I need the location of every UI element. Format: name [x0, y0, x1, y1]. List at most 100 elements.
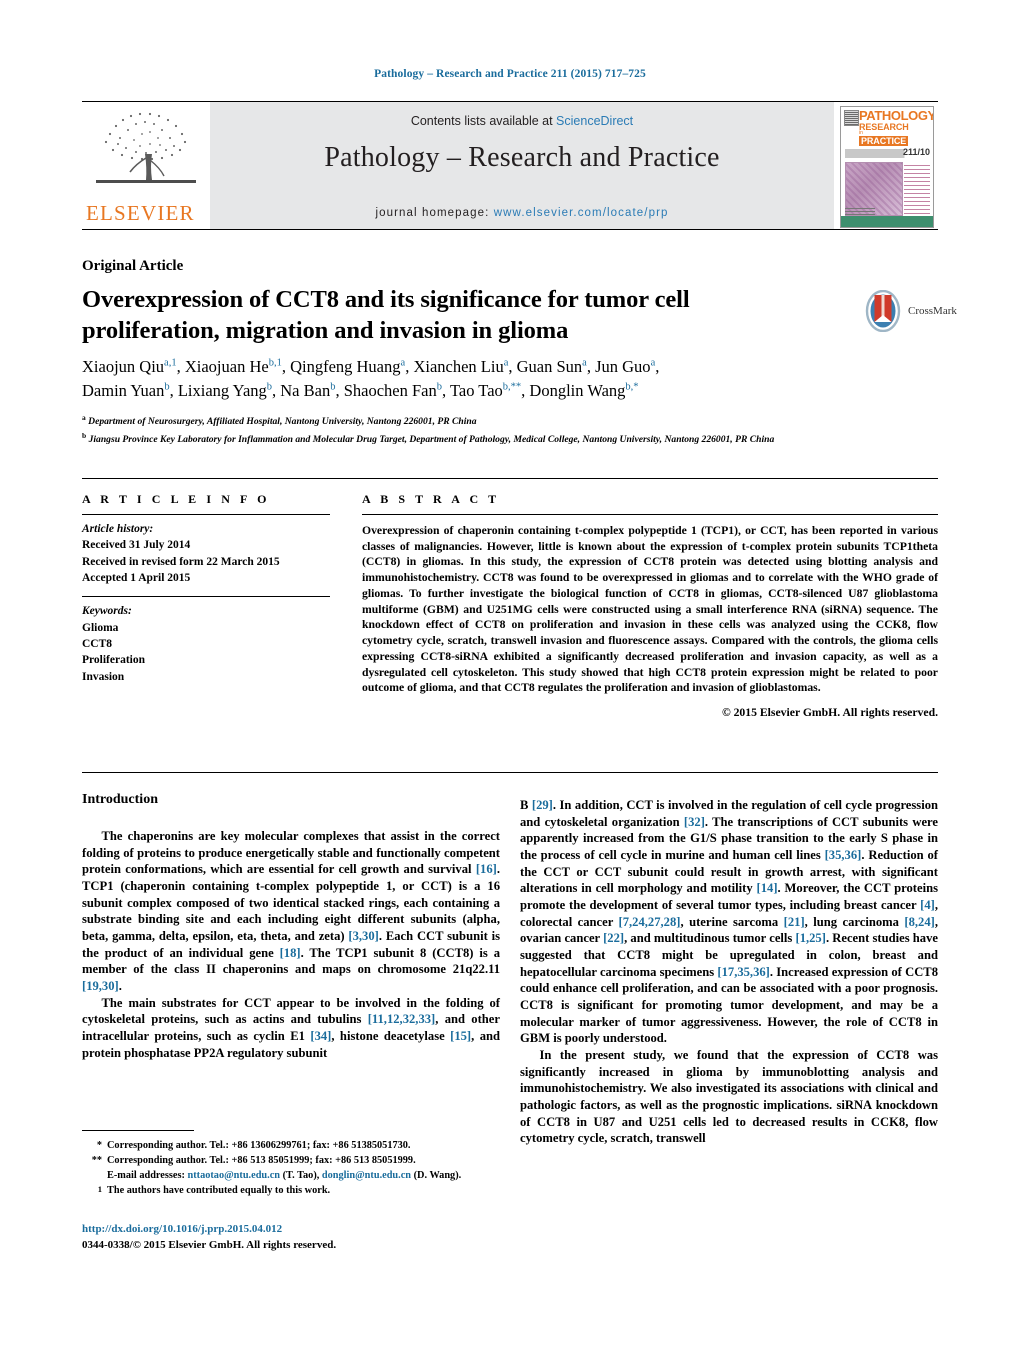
citation[interactable]: [11,12,32,33] [368, 1012, 436, 1026]
divider-below-abstract [82, 772, 938, 773]
history-received: Received 31 July 2014 [82, 539, 191, 552]
author-sup: a [400, 357, 406, 369]
citation[interactable]: [16] [476, 862, 497, 876]
affiliation-b-text: Jiangsu Province Key Laboratory for Infl… [88, 434, 775, 446]
footnote-mark: 1 [82, 1183, 107, 1202]
citation[interactable]: [17,35,36] [717, 965, 769, 979]
elsevier-logo: ELSEVIER [82, 102, 210, 229]
crossmark-label: CrossMark [908, 305, 957, 317]
masthead-panel: Contents lists available at ScienceDirec… [210, 102, 834, 229]
abstract-heading: A B S T R A C T [362, 492, 500, 506]
author-line-2: Damin Yuanb, Lixiang Yangb, Na Banb, Sha… [82, 381, 639, 401]
citation[interactable]: [1,25] [796, 931, 826, 945]
history-accepted: Accepted 1 April 2015 [82, 571, 191, 584]
footnote-divider [82, 1130, 194, 1131]
citation[interactable]: [22] [603, 931, 624, 945]
doi-link[interactable]: http://dx.doi.org/10.1016/j.prp.2015.04.… [82, 1222, 512, 1238]
citation[interactable]: [35,36] [825, 848, 862, 862]
issn-copyright: 0344-0338/© 2015 Elsevier GmbH. All righ… [82, 1238, 337, 1251]
footnote-text: Corresponding author. Tel.: +86 513 8505… [107, 1155, 416, 1167]
contents-line: Contents lists available at ScienceDirec… [210, 114, 834, 128]
citation[interactable]: [4] [920, 898, 935, 912]
divider-above-info [82, 478, 938, 479]
author-sup: a [650, 357, 656, 369]
cover-footer-text [845, 207, 875, 215]
email-address-2[interactable]: donglin@ntu.edu.cn [322, 1170, 411, 1181]
cover-volume: 211/10 [902, 147, 930, 157]
elsevier-mark-icon [844, 110, 859, 126]
crossmark-badge[interactable]: CrossMark [862, 288, 962, 334]
citation[interactable]: [29] [532, 798, 553, 812]
contents-prefix: Contents lists available at [410, 114, 557, 128]
elsevier-tree-icon [96, 112, 196, 183]
crossmark-icon [865, 290, 901, 332]
footnote-mark: ** [91, 1155, 102, 1167]
article-history: Article history: Received 31 July 2014 R… [82, 521, 330, 586]
citation[interactable]: [21] [784, 915, 805, 929]
article-type: Original Article [82, 258, 184, 274]
keyword-item: Invasion [82, 670, 125, 683]
homepage-label: journal homepage: [375, 207, 490, 219]
intro-paragraph-4: In the present study, we found that the … [520, 1048, 938, 1146]
keywords-block: Keywords: Glioma CCT8 Proliferation Inva… [82, 603, 330, 685]
sciencedirect-link[interactable]: ScienceDirect [556, 114, 633, 128]
author-sup: b [436, 381, 442, 393]
intro-paragraph-1: The chaperonins are key molecular comple… [82, 829, 501, 994]
footnote-2: ** Corresponding author. Tel.: +86 513 8… [82, 1153, 502, 1168]
abstract-copyright: © 2015 Elsevier GmbH. All rights reserve… [721, 706, 938, 720]
citation[interactable]: [34] [310, 1029, 331, 1043]
cover-contents-list [904, 162, 930, 214]
affiliation-a: a Department of Neurosurgery, Affiliated… [82, 412, 912, 430]
intro-paragraph-3: B [29]. In addition, CCT is involved in … [520, 798, 938, 1046]
affiliation-mark: a [82, 413, 86, 422]
email-owner-2: (D. Wang). [413, 1170, 462, 1182]
divider [82, 596, 330, 598]
paper-page: Pathology – Research and Practice 211 (2… [0, 0, 1020, 1351]
history-label: Article history: [82, 523, 154, 535]
author-sup: a [503, 357, 509, 369]
email-label: E-mail addresses: [107, 1170, 185, 1182]
email-address-1[interactable]: nttaotao@ntu.edu.cn [187, 1170, 280, 1181]
citation[interactable]: [3,30] [348, 929, 378, 943]
affiliation-mark: b [82, 431, 87, 441]
citation[interactable]: [14] [757, 881, 778, 895]
footnote-1: * Corresponding author. Tel.: +86 136062… [82, 1138, 502, 1153]
citation[interactable]: [18] [280, 946, 301, 960]
keyword-item: CCT8 [82, 637, 113, 650]
author-sup: a [582, 357, 587, 369]
homepage-url[interactable]: www.elsevier.com/locate/prp [494, 207, 669, 219]
cover-title-line2: RESEARCH [859, 122, 909, 132]
affiliation-a-text: Department of Neurosurgery, Affiliated H… [88, 416, 477, 428]
citation[interactable]: [19,30] [82, 979, 119, 993]
footnote-mark: * [96, 1140, 102, 1151]
cover-title-line4: PRACTICE [859, 136, 909, 146]
journal-homepage-line: journal homepage: www.elsevier.com/locat… [210, 207, 834, 219]
citation[interactable]: [32] [684, 815, 705, 829]
email-owner-1: (T. Tao), [282, 1170, 320, 1182]
journal-title: Pathology – Research and Practice [324, 142, 720, 173]
citation[interactable]: [8,24] [904, 915, 934, 929]
footnote-3: 1 The authors have contributed equally t… [82, 1183, 502, 1202]
page-title: Overexpression of CCT8 and its significa… [82, 286, 690, 345]
citation[interactable]: [7,24,27,28] [619, 915, 681, 929]
running-head: Pathology – Research and Practice 211 (2… [374, 68, 646, 80]
article-info-heading: A R T I C L E I N F O [82, 492, 271, 506]
author-sup: b,* [625, 381, 639, 393]
intro-right-column: B [29]. In addition, CCT is involved in … [520, 797, 938, 1147]
author-sup: a,1 [164, 357, 177, 369]
author-sup: b [330, 381, 336, 393]
abstract-text: Overexpression of chaperonin containing … [362, 524, 938, 695]
affiliation-b: b Jiangsu Province Key Laboratory for In… [82, 430, 912, 448]
keyword-item: Glioma [82, 621, 119, 634]
citation[interactable]: [15] [450, 1029, 471, 1043]
cover-title-line1: PATHOLOGY [859, 108, 934, 123]
intro-left-column: The chaperonins are key molecular comple… [82, 828, 500, 1061]
history-revised: Received in revised form 22 March 2015 [82, 555, 280, 568]
affiliations: a Department of Neurosurgery, Affiliated… [82, 412, 912, 448]
footnotes-block: * Corresponding author. Tel.: +86 136062… [82, 1138, 502, 1202]
article-info-block: A R T I C L E I N F O Article history: R… [82, 492, 330, 685]
footnote-emails: E-mail addresses: nttaotao@ntu.edu.cn (T… [82, 1168, 502, 1183]
author-list: Xiaojun Qiua,1, Xiaojuan Heb,1, Qingfeng… [82, 355, 912, 404]
section-heading-introduction: Introduction [82, 792, 158, 807]
footnote-text: The authors have contributed equally to … [107, 1185, 331, 1197]
